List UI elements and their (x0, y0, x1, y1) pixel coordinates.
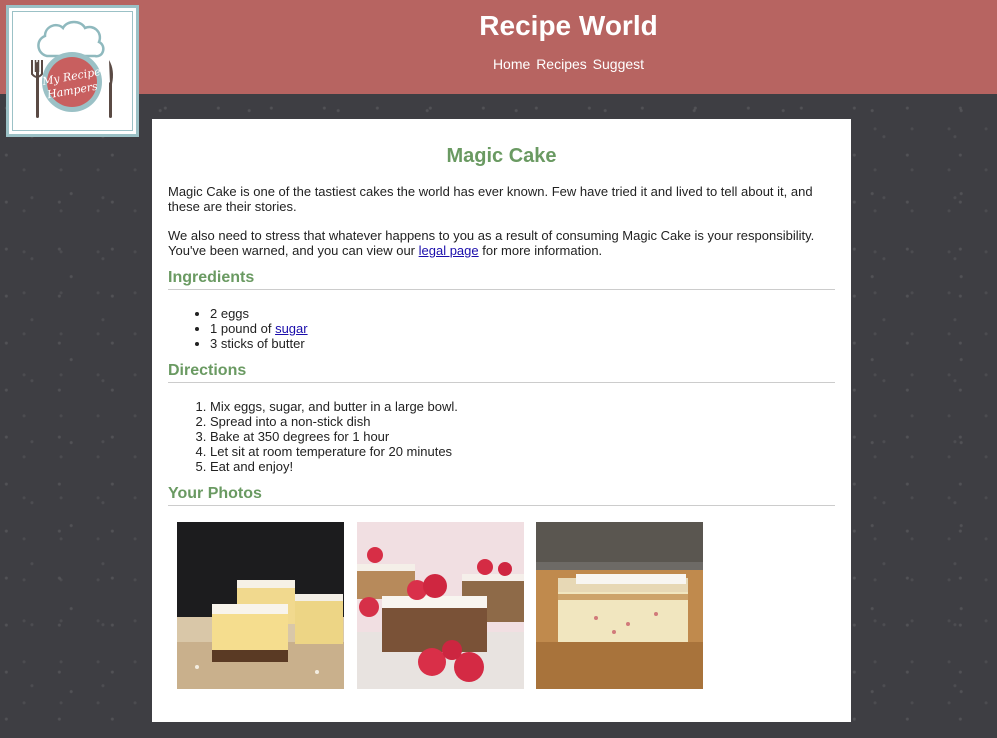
list-item: Let sit at room temperature for 20 minut… (210, 444, 458, 459)
list-item: Spread into a non-stick dish (210, 414, 458, 429)
site-logo[interactable]: My Recipe Hampers (6, 5, 139, 137)
cake-photo-3[interactable] (536, 522, 703, 689)
ingredients-list: 2 eggs 1 pound of sugar 3 sticks of butt… (168, 306, 308, 351)
cake-photo-2[interactable] (357, 522, 524, 689)
recipe-warning: We also need to stress that whatever hap… (168, 228, 836, 258)
chef-hat-plate-icon: My Recipe Hampers (31, 20, 113, 118)
nav-suggest-link[interactable]: Suggest (593, 56, 644, 72)
directions-list: Mix eggs, sugar, and butter in a large b… (168, 399, 458, 474)
recipe-intro: Magic Cake is one of the tastiest cakes … (168, 184, 813, 214)
list-item: 2 eggs (210, 306, 308, 321)
recipe-card: Magic Cake Magic Cake is one of the tast… (152, 119, 851, 722)
ingredients-heading: Ingredients (168, 269, 835, 290)
sugar-link[interactable]: sugar (275, 321, 308, 336)
list-item: Mix eggs, sugar, and butter in a large b… (210, 399, 458, 414)
logo-frame: My Recipe Hampers (12, 11, 133, 131)
site-title: Recipe World (479, 10, 658, 41)
warning-text-after: for more information. (478, 243, 603, 258)
ingredient-prefix: 1 pound of (210, 321, 276, 336)
cake-photo-1[interactable] (177, 522, 344, 689)
directions-heading: Directions (168, 362, 835, 383)
nav-home-link[interactable]: Home (493, 56, 530, 72)
recipe-title: Magic Cake (446, 145, 557, 167)
list-item: 3 sticks of butter (210, 336, 308, 351)
site-header: Recipe World Home Recipes Suggest (0, 0, 997, 94)
legal-page-link[interactable]: legal page (419, 243, 479, 258)
list-item: 1 pound of sugar (210, 321, 308, 336)
nav-recipes-link[interactable]: Recipes (536, 56, 587, 72)
list-item: Bake at 350 degrees for 1 hour (210, 429, 458, 444)
main-nav: Home Recipes Suggest (140, 56, 997, 72)
photos-heading: Your Photos (168, 485, 835, 506)
list-item: Eat and enjoy! (210, 459, 458, 474)
